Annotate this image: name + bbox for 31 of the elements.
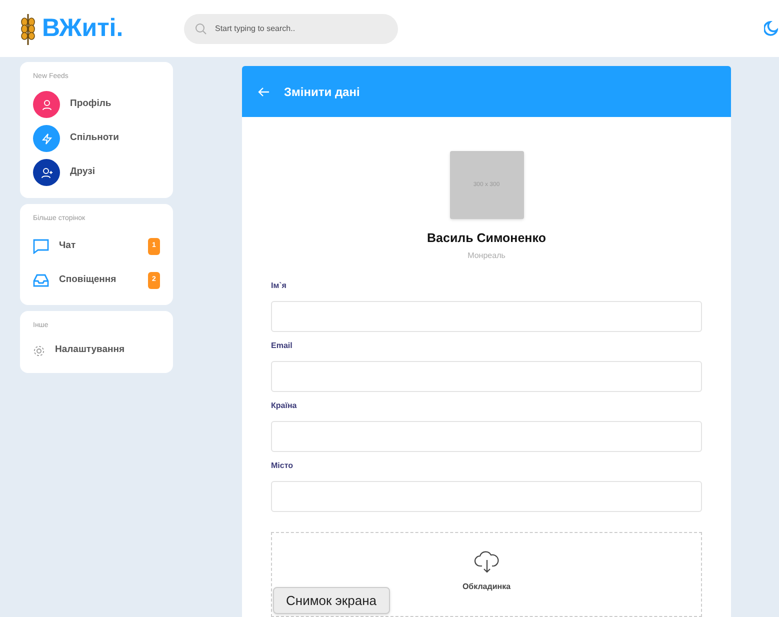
- inbox-icon: [33, 274, 49, 286]
- menu-item[interactable]: Друзі: [70, 165, 160, 180]
- input-field[interactable]: [271, 481, 702, 512]
- profile-city: Монреаль: [468, 250, 506, 262]
- back-arrow-icon[interactable]: [258, 86, 270, 96]
- input-field[interactable]: [271, 361, 702, 392]
- field-label: Email: [271, 340, 294, 352]
- input-field[interactable]: [271, 301, 702, 332]
- moon-icon[interactable]: [764, 21, 778, 36]
- chat-icon: [33, 238, 49, 254]
- upload-label: Обкладинка: [462, 581, 511, 594]
- settings-icon: [33, 344, 45, 356]
- tooltip: Снимок экрана: [273, 587, 390, 614]
- menu-item[interactable]: Налаштування: [55, 343, 160, 358]
- cloud-download-icon: [474, 551, 500, 574]
- form-title: Змінити дані: [284, 84, 360, 100]
- menu-item[interactable]: Сповіщення: [59, 272, 138, 288]
- field-label: Ім`я: [271, 280, 288, 292]
- menu-item[interactable]: Спільноти: [70, 131, 160, 146]
- input-field[interactable]: [271, 421, 702, 452]
- field-label: Країна: [271, 400, 298, 412]
- wheat-logo-icon: [20, 12, 36, 46]
- search-field[interactable]: Start typing to search..: [184, 14, 398, 44]
- search-icon: [195, 22, 207, 34]
- profile-name: Василь Симоненко: [427, 230, 546, 248]
- field-label: Місто: [271, 460, 294, 472]
- lightning-icon: [40, 132, 52, 144]
- add-user-icon: [40, 166, 52, 178]
- user-icon: [40, 98, 52, 110]
- menu-item[interactable]: Чат: [59, 238, 138, 254]
- menu-item[interactable]: Профіль: [70, 97, 160, 112]
